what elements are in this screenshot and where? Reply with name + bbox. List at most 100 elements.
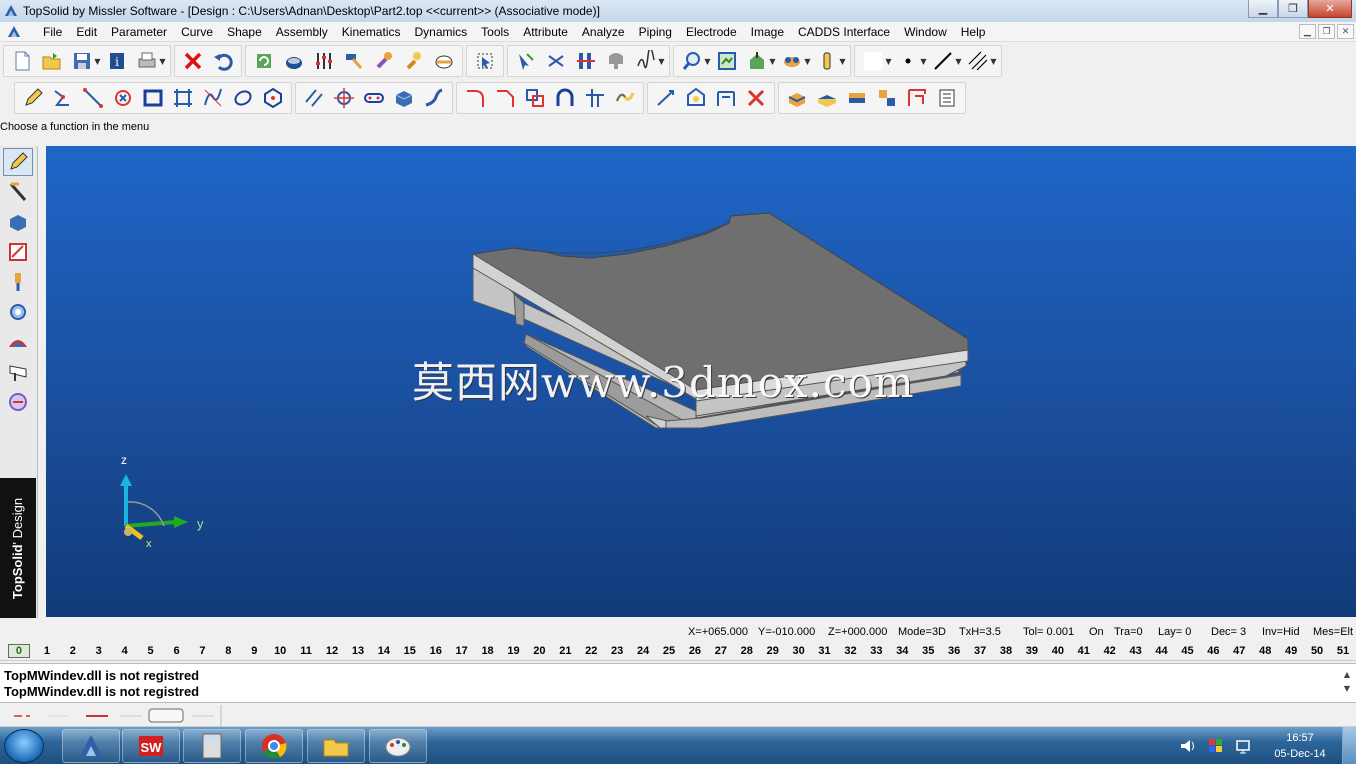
hammer-icon[interactable]	[339, 47, 369, 75]
mdi-restore-button[interactable]: ❐	[1318, 24, 1335, 39]
minimize-button[interactable]: ▁	[1248, 0, 1278, 18]
layer-34[interactable]: 34	[889, 645, 915, 657]
open-icon[interactable]	[37, 47, 67, 75]
render-dropdown-icon[interactable]: ▼	[803, 57, 812, 66]
offset-icon[interactable]	[520, 84, 550, 112]
menu-shape[interactable]: Shape	[220, 25, 269, 39]
menu-edit[interactable]: Edit	[69, 25, 104, 39]
assembly-icon[interactable]	[3, 298, 33, 326]
info-icon[interactable]: i	[102, 47, 132, 75]
message-scroll[interactable]: ▲ ▼	[1344, 668, 1350, 696]
show-desktop-button[interactable]	[1342, 727, 1356, 764]
menu-analyze[interactable]: Analyze	[575, 25, 632, 39]
cut-icon[interactable]	[541, 47, 571, 75]
layer-13[interactable]: 13	[345, 645, 371, 657]
layer-30[interactable]: 30	[786, 645, 812, 657]
layer-1[interactable]: 1	[34, 645, 60, 657]
plate-icon[interactable]	[812, 84, 842, 112]
new-icon[interactable]	[7, 47, 37, 75]
drafting-icon[interactable]	[3, 238, 33, 266]
undo-icon[interactable]	[208, 47, 238, 75]
layer-44[interactable]: 44	[1149, 645, 1175, 657]
save-dropdown-icon[interactable]: ▼	[93, 57, 102, 66]
pencil-icon[interactable]	[18, 84, 48, 112]
layer-21[interactable]: 21	[552, 645, 578, 657]
start-button[interactable]	[4, 729, 44, 763]
status-tra[interactable]: Tra=0	[1114, 626, 1143, 638]
status-tol[interactable]: Tol= 0.001	[1023, 626, 1074, 638]
layer-19[interactable]: 19	[501, 645, 527, 657]
delete-icon[interactable]	[178, 47, 208, 75]
menu-tools[interactable]: Tools	[474, 25, 516, 39]
layer-22[interactable]: 22	[578, 645, 604, 657]
zoom-dropdown-icon[interactable]: ▼	[703, 57, 712, 66]
document-icon[interactable]	[6, 24, 22, 40]
layer-12[interactable]: 12	[319, 645, 345, 657]
menu-electrode[interactable]: Electrode	[679, 25, 744, 39]
flag-icon[interactable]	[1206, 736, 1226, 756]
analysis-icon[interactable]	[3, 328, 33, 356]
layer-24[interactable]: 24	[630, 645, 656, 657]
layer-11[interactable]: 11	[293, 645, 319, 657]
fillet-icon[interactable]	[460, 84, 490, 112]
piping-icon[interactable]	[3, 358, 33, 386]
menu-parameter[interactable]: Parameter	[104, 25, 174, 39]
volume-icon[interactable]	[1178, 736, 1198, 756]
layer-7[interactable]: 7	[189, 645, 215, 657]
layered-icon[interactable]	[842, 84, 872, 112]
measure-icon[interactable]	[711, 84, 741, 112]
menu-attribute[interactable]: Attribute	[516, 25, 575, 39]
refresh-icon[interactable]	[249, 47, 279, 75]
layer-32[interactable]: 32	[838, 645, 864, 657]
layer-35[interactable]: 35	[915, 645, 941, 657]
polyline-icon[interactable]	[48, 84, 78, 112]
layer-42[interactable]: 42	[1097, 645, 1123, 657]
mouse-icon[interactable]	[279, 47, 309, 75]
layer-8[interactable]: 8	[215, 645, 241, 657]
mdi-minimize-button[interactable]: ▁	[1299, 24, 1316, 39]
layer-37[interactable]: 37	[967, 645, 993, 657]
menu-curve[interactable]: Curve	[174, 25, 220, 39]
layer-16[interactable]: 16	[423, 645, 449, 657]
layer-17[interactable]: 17	[449, 645, 475, 657]
swatch-dropdown-icon[interactable]: ▼	[884, 57, 893, 66]
trim-icon[interactable]	[580, 84, 610, 112]
clock[interactable]: 16:57 05-Dec-14	[1258, 730, 1342, 762]
frame-icon[interactable]	[168, 84, 198, 112]
layer-2[interactable]: 2	[60, 645, 86, 657]
menu-help[interactable]: Help	[954, 25, 993, 39]
layer-40[interactable]: 40	[1045, 645, 1071, 657]
spline-icon[interactable]	[198, 84, 228, 112]
layer-41[interactable]: 41	[1071, 645, 1097, 657]
status-mes[interactable]: Mes=Elt	[1313, 626, 1353, 638]
block-icon[interactable]	[782, 84, 812, 112]
electrode-icon[interactable]	[3, 268, 33, 296]
chrome-icon[interactable]	[245, 729, 303, 763]
menu-kinematics[interactable]: Kinematics	[335, 25, 408, 39]
layer-31[interactable]: 31	[812, 645, 838, 657]
layer-46[interactable]: 46	[1200, 645, 1226, 657]
layer-0[interactable]: 0	[8, 643, 30, 658]
layer-5[interactable]: 5	[138, 645, 164, 657]
status-dec[interactable]: Dec= 3	[1211, 626, 1246, 638]
layer-9[interactable]: 9	[241, 645, 267, 657]
layer-49[interactable]: 49	[1278, 645, 1304, 657]
dot-dropdown-icon[interactable]: ▼	[919, 57, 928, 66]
sliders-icon[interactable]	[309, 47, 339, 75]
layer-36[interactable]: 36	[941, 645, 967, 657]
layer-47[interactable]: 47	[1226, 645, 1252, 657]
arch-icon[interactable]	[550, 84, 580, 112]
solidworks-icon[interactable]: SW	[122, 729, 180, 763]
menu-dynamics[interactable]: Dynamics	[407, 25, 474, 39]
network-icon[interactable]	[1234, 736, 1254, 756]
layer-33[interactable]: 33	[863, 645, 889, 657]
layer-29[interactable]: 29	[760, 645, 786, 657]
layer-4[interactable]: 4	[112, 645, 138, 657]
color-dropdown-icon[interactable]: ▼	[838, 57, 847, 66]
mdi-close-button[interactable]: ✕	[1337, 24, 1354, 39]
line-icon[interactable]	[78, 84, 108, 112]
graphics-viewport[interactable]: z y x 莫西网www.3dmox.com	[46, 146, 1356, 617]
layer-23[interactable]: 23	[604, 645, 630, 657]
layer-6[interactable]: 6	[164, 645, 190, 657]
parallel-icon[interactable]	[299, 84, 329, 112]
